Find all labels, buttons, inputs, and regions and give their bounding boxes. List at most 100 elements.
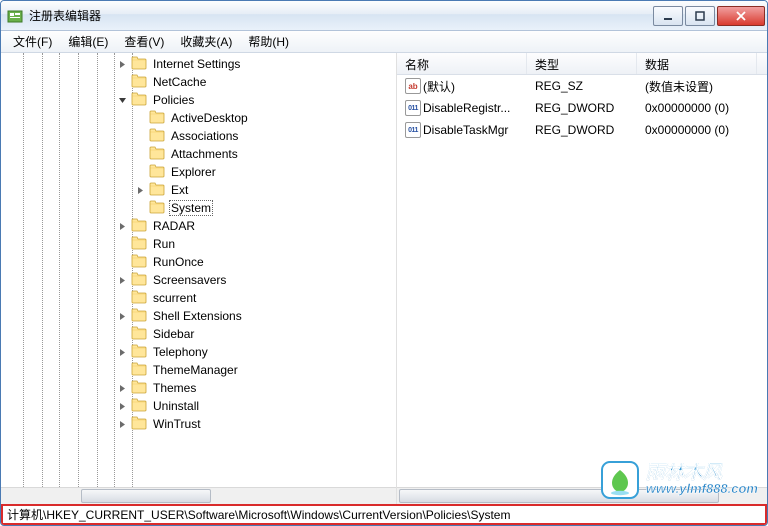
maximize-button[interactable] [685,6,715,26]
tree-item-label: scurrent [151,290,198,306]
tree-item-label: Sidebar [151,326,196,342]
tree-item-label: Attachments [169,146,240,162]
expand-icon[interactable] [117,59,128,70]
value-data: 0x00000000 (0) [637,123,757,137]
tree-item-label: RunOnce [151,254,206,270]
folder-icon [149,146,169,163]
tree-item-label: Internet Settings [151,56,242,72]
folder-icon [131,56,151,73]
tree-item[interactable]: Telephony [1,343,396,361]
menu-file[interactable]: 文件(F) [7,31,58,52]
tree-item[interactable]: Associations [1,127,396,145]
tree-item[interactable]: Ext [1,181,396,199]
tree-item-label: Policies [151,92,196,108]
tree-item[interactable]: WinTrust [1,415,396,433]
tree-item[interactable]: Shell Extensions [1,307,396,325]
list-row[interactable]: ab(默认)REG_SZ(数值未设置) [397,75,767,97]
column-header-type[interactable]: 类型 [527,53,637,74]
minimize-button[interactable] [653,6,683,26]
folder-icon [131,236,151,253]
list-hscrollbar[interactable] [397,487,767,504]
folder-icon [149,128,169,145]
menu-edit[interactable]: 编辑(E) [62,31,114,52]
tree-hscrollbar[interactable] [1,487,396,504]
window-title: 注册表编辑器 [29,7,653,24]
folder-icon [131,326,151,343]
tree-item[interactable]: RunOnce [1,253,396,271]
tree-item[interactable]: NetCache [1,73,396,91]
menubar: 文件(F) 编辑(E) 查看(V) 收藏夹(A) 帮助(H) [1,31,767,53]
content-area: Internet SettingsNetCachePoliciesActiveD… [1,53,767,504]
expand-icon[interactable] [117,221,128,232]
folder-icon [131,380,151,397]
list-hscroll-thumb[interactable] [399,489,719,503]
column-header-name[interactable]: 名称 [397,53,527,74]
value-name: DisableTaskMgr [423,123,508,137]
value-type: REG_DWORD [527,123,637,137]
tree-item[interactable]: ActiveDesktop [1,109,396,127]
tree-item[interactable]: Explorer [1,163,396,181]
expand-icon[interactable] [117,419,128,430]
column-header-data[interactable]: 数据 [637,53,757,74]
menu-view[interactable]: 查看(V) [118,31,170,52]
tree-item[interactable]: Sidebar [1,325,396,343]
list-row[interactable]: 011DisableRegistr...REG_DWORD0x00000000 … [397,97,767,119]
tree-item[interactable]: Policies [1,91,396,109]
tree-item-label: Screensavers [151,272,228,288]
collapse-icon[interactable] [117,95,128,106]
expand-placeholder [117,77,128,88]
tree-hscroll-thumb[interactable] [81,489,211,503]
tree-item[interactable]: RADAR [1,217,396,235]
folder-icon [149,182,169,199]
expand-placeholder [135,131,146,142]
string-value-icon: ab [405,78,421,94]
menu-favorites[interactable]: 收藏夹(A) [174,31,238,52]
tree-item[interactable]: Attachments [1,145,396,163]
expand-icon[interactable] [117,347,128,358]
folder-icon [131,254,151,271]
tree-item-label: ThemeManager [151,362,240,378]
tree-item-label: WinTrust [151,416,203,432]
folder-icon [131,272,151,289]
tree-item[interactable]: System [1,199,396,217]
tree-item-label: System [169,200,213,216]
value-data: (数值未设置) [637,78,757,95]
statusbar: 计算机\HKEY_CURRENT_USER\Software\Microsoft… [1,504,767,525]
expand-icon[interactable] [135,185,146,196]
folder-icon [149,200,169,217]
expand-placeholder [117,239,128,250]
tree-item[interactable]: Internet Settings [1,55,396,73]
value-name: (默认) [423,78,455,95]
tree-item[interactable]: Uninstall [1,397,396,415]
tree-item[interactable]: ThemeManager [1,361,396,379]
expand-placeholder [117,293,128,304]
expand-placeholder [135,203,146,214]
expand-icon[interactable] [117,275,128,286]
dword-value-icon: 011 [405,122,421,138]
tree-item[interactable]: Run [1,235,396,253]
folder-icon [131,290,151,307]
tree-scroll[interactable]: Internet SettingsNetCachePoliciesActiveD… [1,53,396,487]
list-header: 名称类型数据 [397,53,767,75]
tree-item[interactable]: Screensavers [1,271,396,289]
expand-icon[interactable] [117,383,128,394]
tree-item[interactable]: Themes [1,379,396,397]
tree-item[interactable]: scurrent [1,289,396,307]
dword-value-icon: 011 [405,100,421,116]
folder-icon [131,308,151,325]
expand-icon[interactable] [117,401,128,412]
list-row[interactable]: 011DisableTaskMgr REG_DWORD0x00000000 (0) [397,119,767,141]
folder-icon [131,218,151,235]
tree-item-label: Uninstall [151,398,201,414]
value-name: DisableRegistr... [423,101,510,115]
expand-placeholder [117,257,128,268]
titlebar[interactable]: 注册表编辑器 [1,1,767,31]
close-button[interactable] [717,6,765,26]
folder-icon [131,74,151,91]
expand-icon[interactable] [117,311,128,322]
menu-help[interactable]: 帮助(H) [242,31,295,52]
list-body[interactable]: ab(默认)REG_SZ(数值未设置)011DisableRegistr...R… [397,75,767,487]
folder-icon [131,362,151,379]
list-pane: 名称类型数据 ab(默认)REG_SZ(数值未设置)011DisableRegi… [397,53,767,504]
folder-icon [131,344,151,361]
